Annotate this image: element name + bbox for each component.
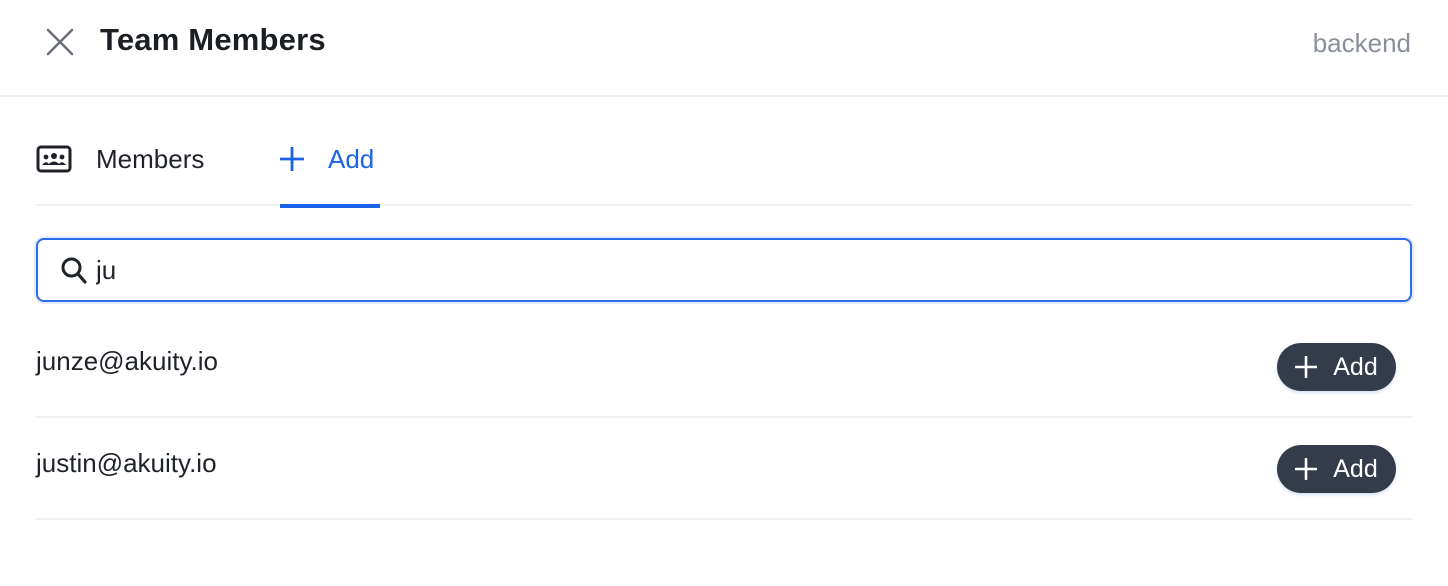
tab-bar: Members Add xyxy=(36,112,1412,208)
search-icon xyxy=(60,256,88,286)
active-tab-indicator xyxy=(280,204,380,208)
add-member-button[interactable]: Add xyxy=(1277,445,1396,493)
add-member-button[interactable]: Add xyxy=(1277,343,1396,391)
plus-icon xyxy=(280,147,304,171)
tab-members[interactable]: Members xyxy=(36,112,204,206)
context-label: backend xyxy=(1312,28,1411,58)
tab-members-label: Members xyxy=(96,143,205,174)
list-item: justin@akuity.io Add xyxy=(36,418,1412,520)
tab-add-label: Add xyxy=(328,143,375,174)
search-input[interactable] xyxy=(96,250,1396,290)
members-card-icon xyxy=(36,145,72,173)
member-email: junze@akuity.io xyxy=(36,346,218,376)
page-title: Team Members xyxy=(100,22,326,57)
list-item: junze@akuity.io Add xyxy=(36,316,1412,418)
add-button-label: Add xyxy=(1333,454,1378,483)
member-email: justin@akuity.io xyxy=(36,448,217,478)
tab-add[interactable]: Add xyxy=(280,112,380,208)
plus-icon xyxy=(1295,356,1318,378)
plus-icon xyxy=(1295,458,1318,480)
add-button-label: Add xyxy=(1333,352,1378,381)
close-button[interactable] xyxy=(40,22,80,62)
drawer-header: Team Members backend xyxy=(0,0,1448,97)
search-box[interactable] xyxy=(36,238,1412,302)
close-icon xyxy=(45,27,75,57)
